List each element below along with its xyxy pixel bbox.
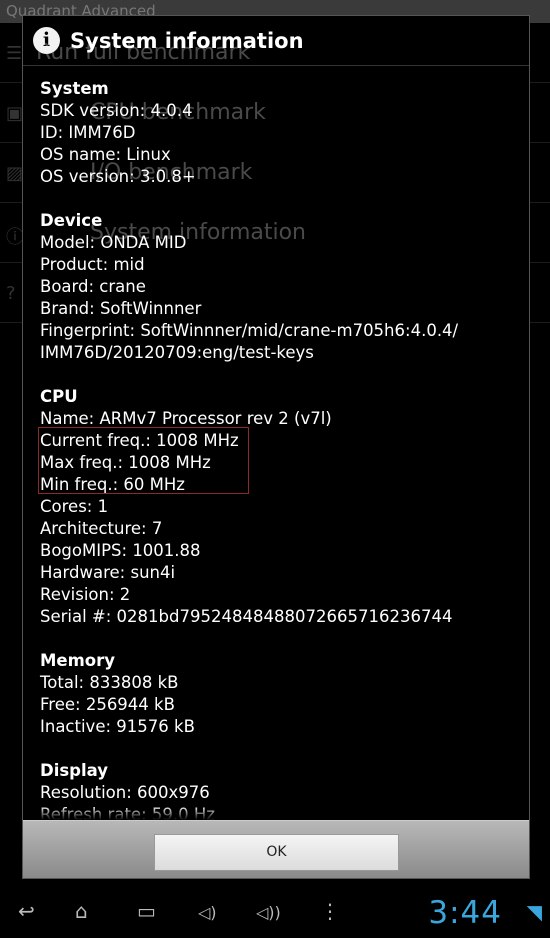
home-icon[interactable]: ⌂ (75, 899, 88, 923)
section-cpu: CPU Name: ARMv7 Processor rev 2 (v7l) Curr… (40, 386, 529, 628)
image-icon: ▨ (6, 163, 24, 184)
info-line: Resolution: 600x976 (40, 783, 210, 802)
info-line: ID: IMM76D (40, 123, 136, 142)
section-heading: Display (40, 761, 109, 780)
section-system: System SDK version: 4.0.4 ID: IMM76D OS nam… (40, 78, 529, 188)
system-info-dialog: i System information System SDK version: … (22, 15, 530, 879)
info-line: Model: ONDA MID (40, 233, 187, 252)
overflow-menu-icon[interactable]: ⋮ (320, 899, 340, 923)
info-line: OS name: Linux (40, 145, 171, 164)
section-device: Device Model: ONDA MID Product: mid Board: … (40, 210, 529, 364)
info-line: Product: mid (40, 255, 145, 274)
info-line: Revision: 2 (40, 585, 131, 604)
dialog-title: System information (70, 28, 304, 53)
wifi-icon: ◥ (526, 900, 542, 924)
info-line: SDK version: 4.0.4 (40, 101, 193, 120)
dialog-titlebar: i System information (23, 16, 529, 66)
info-line: IMM76D/20120709:eng/test-keys (40, 343, 314, 362)
info-line: Hardware: sun4i (40, 563, 176, 582)
info-line: Free: 256944 kB (40, 695, 175, 714)
clock: 3:44 (428, 895, 502, 931)
info-line: OS version: 3.0.8+ (40, 167, 196, 186)
content-fade (23, 806, 529, 820)
info-line: Cores: 1 (40, 497, 109, 516)
volume-down-icon[interactable]: ◁) (198, 903, 217, 922)
section-memory: Memory Total: 833808 kB Free: 256944 kB Ina… (40, 650, 529, 738)
frequency-highlight-box (38, 427, 249, 494)
section-heading: System (40, 79, 109, 98)
info-line: BogoMIPS: 1001.88 (40, 541, 201, 560)
section-heading: CPU (40, 387, 78, 406)
recents-icon[interactable]: ▭ (137, 899, 156, 923)
info-line: Architecture: 7 (40, 519, 163, 538)
section-heading: Memory (40, 651, 116, 670)
button-bar: OK (23, 820, 529, 878)
section-heading: Device (40, 211, 103, 230)
info-line: Total: 833808 kB (40, 673, 179, 692)
info-line: Serial #: 0281bd795248484880726657162367… (40, 607, 453, 626)
volume-up-icon[interactable]: ◁)) (256, 903, 281, 922)
info-icon: i (33, 27, 60, 54)
info-line: Fingerprint: SoftWinnner/mid/crane-m705h… (40, 321, 459, 340)
help-icon: ? (6, 283, 16, 304)
ok-button[interactable]: OK (154, 834, 399, 871)
info-line: Brand: SoftWinnner (40, 299, 202, 318)
menu-icon: ☰ (6, 43, 23, 64)
info-line: Inactive: 91576 kB (40, 717, 195, 736)
calendar-icon: ▣ (6, 103, 24, 124)
info-line: Board: crane (40, 277, 146, 296)
back-icon[interactable]: ↩ (18, 899, 35, 923)
